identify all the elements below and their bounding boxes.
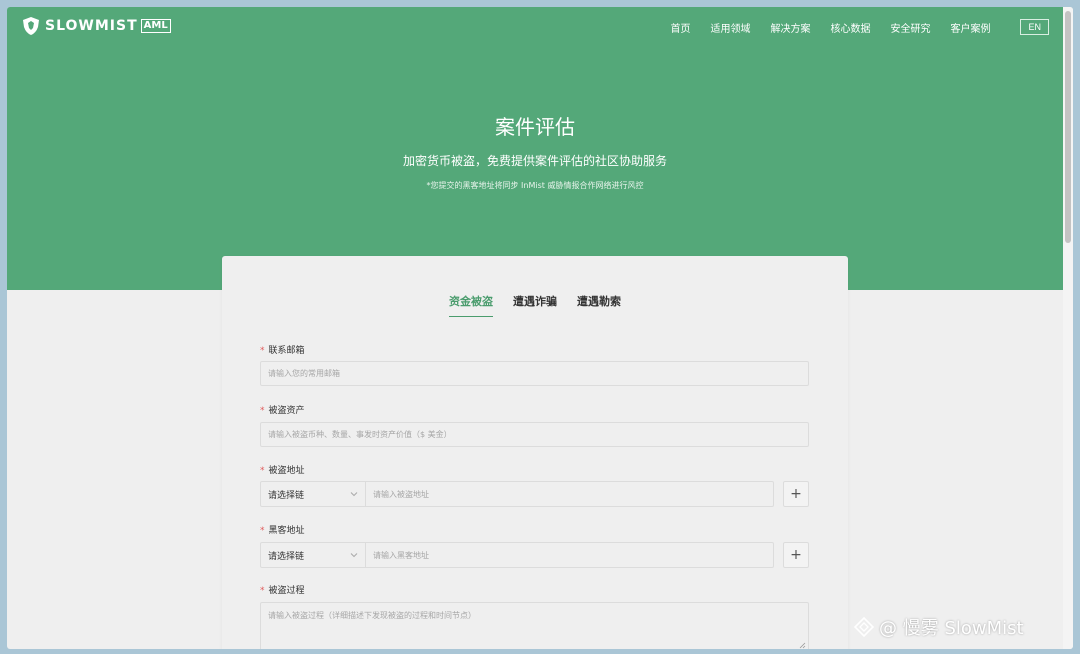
stolen-chain-select-value: 请选择链 [268, 490, 305, 501]
nav-item-customer-cases[interactable]: 客户案例 [950, 20, 990, 35]
hero-banner: SLOWMIST AML 首页 适用领域 解决方案 核心数据 安全研究 客户案例… [7, 7, 1063, 290]
add-stolen-address-button[interactable]: + [783, 481, 809, 507]
hacker-address-input[interactable]: 请输入黑客地址 [365, 542, 774, 568]
chevron-down-icon [350, 492, 358, 497]
stolen-chain-select[interactable]: 请选择链 [260, 481, 365, 507]
nav-item-solutions[interactable]: 解决方案 [770, 20, 810, 35]
stolen-address-row: 请选择链 请输入被盗地址 + [260, 481, 809, 507]
nav-item-use-cases[interactable]: 适用领域 [710, 20, 750, 35]
hacker-chain-select[interactable]: 请选择链 [260, 542, 365, 568]
brand-logo[interactable]: SLOWMIST AML [21, 16, 171, 36]
nav-item-home[interactable]: 首页 [670, 20, 690, 35]
chevron-down-icon [350, 553, 358, 558]
case-form-card: 资金被盗 遭遇诈骗 遭遇勒索 * 联系邮箱 请输入您的常用邮箱 * 被盗资产 请输入… [222, 256, 848, 649]
process-placeholder: 请输入被盗过程（详细描述下发现被盗的过程和时间节点） [268, 611, 476, 620]
hacker-chain-select-value: 请选择链 [268, 551, 305, 562]
stolen-address-input[interactable]: 请输入被盗地址 [365, 481, 774, 507]
add-hacker-address-button[interactable]: + [783, 542, 809, 568]
page-title: 案件评估 [495, 115, 575, 139]
required-mark: * [260, 466, 265, 476]
watermark-text: @ 慢雾 SlowMist [879, 618, 1024, 639]
assets-placeholder: 请输入被盗币种、数量、事发时资产价值（$ 美金） [268, 430, 452, 439]
theft-process-textarea[interactable]: 请输入被盗过程（详细描述下发现被盗的过程和时间节点） [260, 602, 809, 649]
stolen-address-label-text: 被盗地址 [268, 466, 305, 476]
scrollbar-thumb[interactable] [1065, 11, 1071, 243]
language-switch-button[interactable]: EN [1020, 19, 1049, 35]
browser-window: SLOWMIST AML 首页 适用领域 解决方案 核心数据 安全研究 客户案例… [7, 7, 1073, 649]
assets-label: * 被盗资产 [260, 403, 305, 416]
required-mark: * [260, 526, 265, 536]
email-placeholder: 请输入您的常用邮箱 [268, 369, 340, 378]
stolen-address-label: * 被盗地址 [260, 463, 305, 476]
required-mark: * [260, 586, 265, 596]
hacker-address-label: * 黑客地址 [260, 523, 305, 536]
email-field[interactable]: 请输入您的常用邮箱 [260, 361, 809, 386]
hacker-address-row: 请选择链 请输入黑客地址 + [260, 542, 809, 568]
email-label-text: 联系邮箱 [268, 346, 305, 356]
tab-extortion[interactable]: 遭遇勒索 [577, 293, 621, 317]
assets-label-text: 被盗资产 [268, 406, 305, 416]
nav-item-security-research[interactable]: 安全研究 [890, 20, 930, 35]
resize-handle-icon[interactable] [799, 642, 806, 649]
nav-item-core-data[interactable]: 核心数据 [830, 20, 870, 35]
process-label: * 被盗过程 [260, 583, 305, 596]
brand-badge: AML [140, 19, 171, 33]
required-mark: * [260, 406, 265, 416]
brand-name: SLOWMIST [45, 18, 138, 34]
top-nav: 首页 适用领域 解决方案 核心数据 安全研究 客户案例 EN [650, 19, 1049, 35]
vertical-scrollbar[interactable] [1063, 7, 1073, 649]
case-type-tabs: 资金被盗 遭遇诈骗 遭遇勒索 [222, 293, 848, 317]
stolen-address-placeholder: 请输入被盗地址 [373, 489, 429, 499]
email-label: * 联系邮箱 [260, 343, 305, 356]
process-label-text: 被盗过程 [268, 586, 305, 596]
page-note: *您提交的黑客地址将同步 InMist 威胁情报合作网络进行风控 [426, 181, 644, 190]
stolen-assets-field[interactable]: 请输入被盗币种、数量、事发时资产价值（$ 美金） [260, 422, 809, 447]
tab-stolen-funds[interactable]: 资金被盗 [449, 293, 493, 317]
diamond-logo-icon [853, 616, 875, 638]
watermark: @ 慢雾 SlowMist [853, 614, 1024, 640]
shield-logo-icon [23, 17, 39, 35]
page-subtitle: 加密货币被盗，免费提供案件评估的社区协助服务 [402, 154, 667, 168]
required-mark: * [260, 346, 265, 356]
hacker-address-label-text: 黑客地址 [268, 526, 305, 536]
hacker-address-placeholder: 请输入黑客地址 [373, 550, 429, 560]
tab-scam[interactable]: 遭遇诈骗 [513, 293, 557, 317]
